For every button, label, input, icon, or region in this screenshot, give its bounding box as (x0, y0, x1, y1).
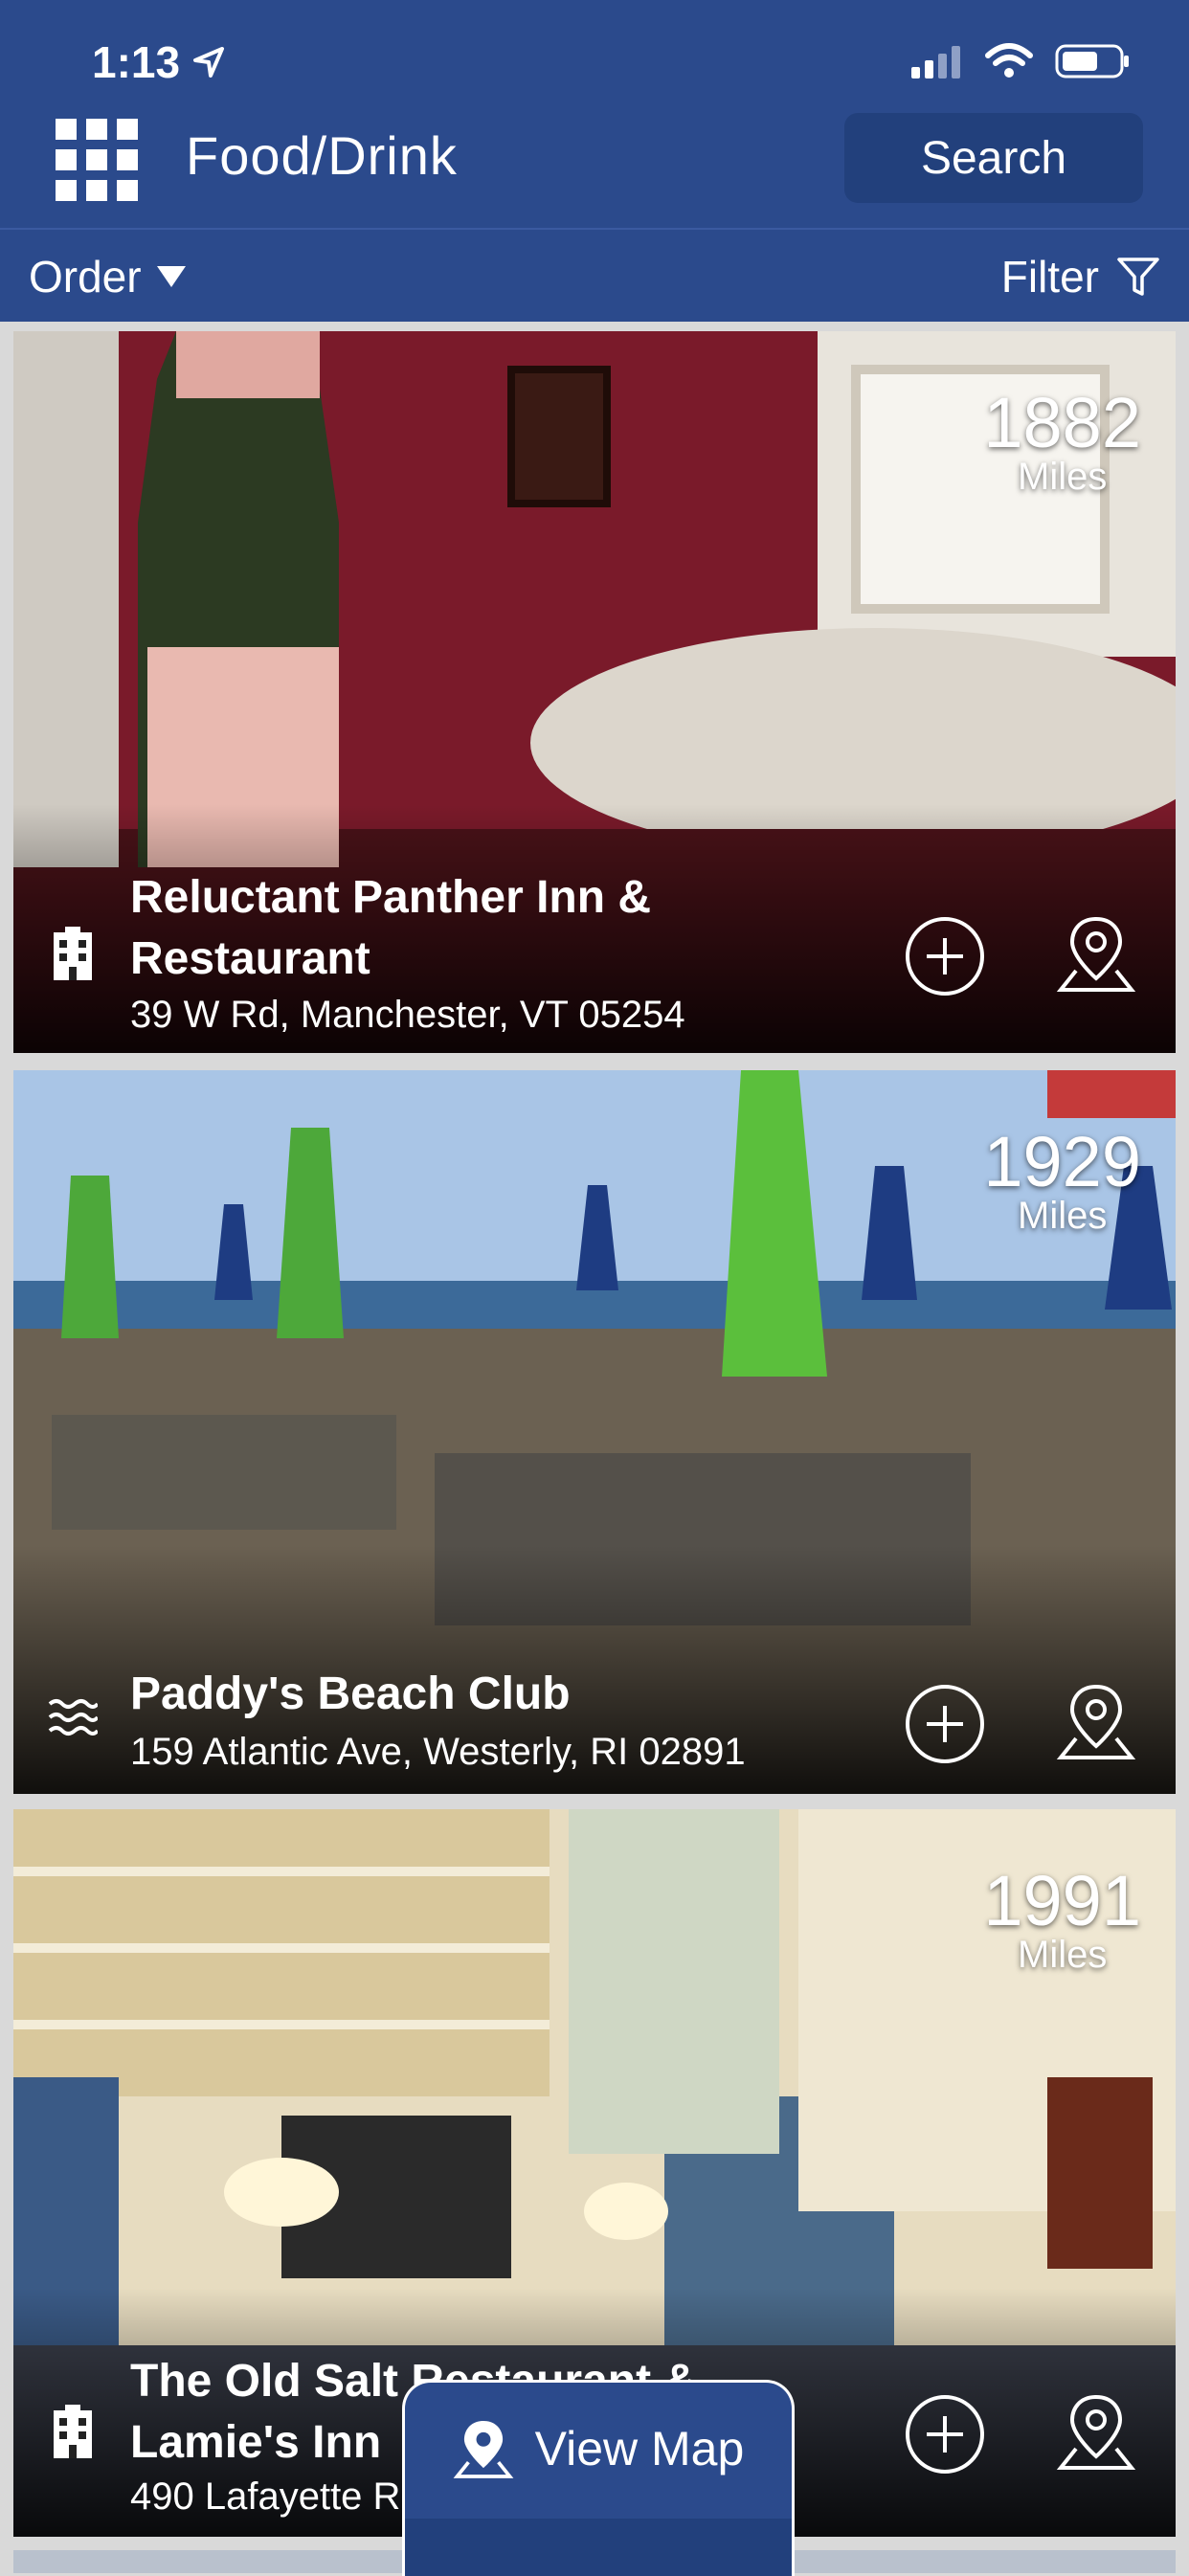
listing-address: 159 Atlantic Ave, Westerly, RI 02891 (130, 1731, 746, 1773)
sort-filter-bar: Order Filter (0, 228, 1189, 322)
map-pin-icon[interactable] (1055, 1681, 1137, 1763)
distance-badge: 1882 Miles (983, 383, 1141, 498)
view-map-label: View Map (534, 2422, 745, 2475)
funnel-icon (1117, 258, 1159, 296)
hotel-icon (54, 2405, 92, 2458)
listing-card[interactable]: 1882 Miles Reluctant Panther Inn & Resta… (13, 331, 1176, 1053)
app-grid-icon[interactable] (56, 119, 138, 201)
battery-icon (1055, 44, 1129, 78)
caret-down-icon (156, 266, 186, 287)
listing-name: Paddy's Beach Club (130, 1669, 571, 1719)
top-bar: 1:13 Food/Drink Search (0, 0, 1189, 228)
map-pin-icon[interactable] (1055, 913, 1137, 996)
add-icon[interactable] (904, 2393, 986, 2475)
signal-icon (911, 46, 960, 78)
listing-address: 39 W Rd, Manchester, VT 05254 (130, 994, 685, 1036)
distance-badge: 1929 Miles (983, 1122, 1141, 1237)
search-button[interactable]: Search (844, 113, 1143, 203)
map-pin-icon[interactable] (1055, 2391, 1137, 2474)
listing-card[interactable]: 1929 Miles Paddy's Beach Club 159 Atlant… (13, 1070, 1176, 1794)
hotel-icon (54, 927, 92, 980)
view-map-button[interactable]: View Map (402, 2380, 795, 2576)
status-indicators (909, 42, 1132, 80)
wifi-icon (985, 43, 1033, 78)
order-label: Order (29, 252, 142, 302)
add-icon[interactable] (904, 915, 986, 997)
status-time: 1:13 (92, 36, 228, 88)
distance-badge: 1991 Miles (983, 1861, 1141, 1976)
water-icon (48, 1699, 98, 1736)
listing-address: 490 Lafayette R… (130, 2475, 439, 2518)
listing-name: Reluctant Panther Inn & Restaurant (130, 872, 652, 984)
map-pin-icon (453, 2420, 514, 2478)
filter-label: Filter (1000, 252, 1099, 302)
add-icon[interactable] (904, 1683, 986, 1765)
page-title: Food/Drink (186, 125, 458, 186)
order-button[interactable]: Order (29, 251, 188, 302)
filter-button[interactable]: Filter (1001, 251, 1160, 302)
location-arrow-icon (193, 47, 225, 78)
